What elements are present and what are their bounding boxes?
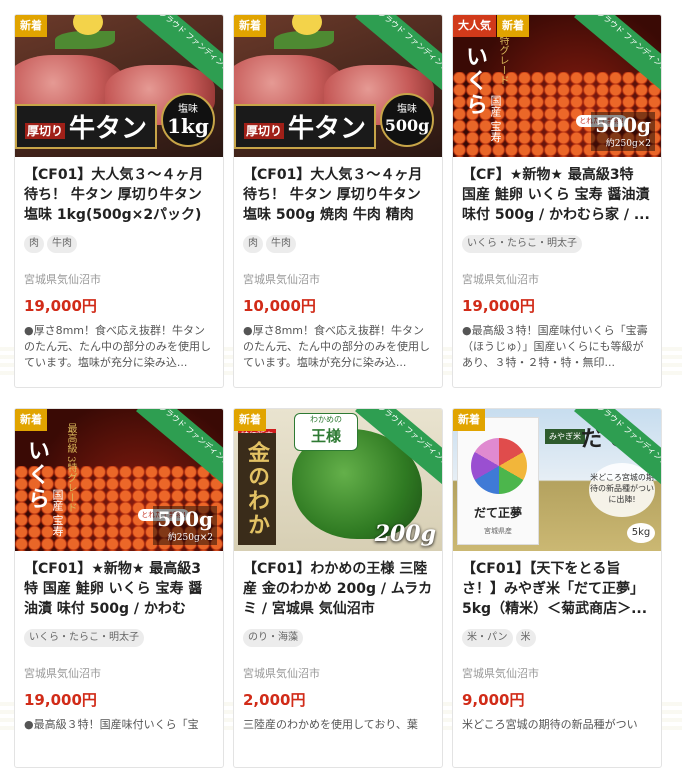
image-label: 厚切り 牛タン (15, 104, 158, 149)
image-label-big: 牛タン (288, 114, 367, 144)
product-location: 宮城県気仙沼市 (462, 667, 539, 680)
product-description: ●厚さ8mm！食べ応え抜群！牛タンのたん元、たん中の部分のみを使用しています。塩… (24, 324, 211, 369)
category-tag[interactable]: 肉 (243, 235, 263, 253)
category-tag[interactable]: のり・海藻 (243, 629, 303, 647)
rice-bag-sub: 宮城県産 (484, 527, 512, 535)
tag-list: のり・海藻 (243, 625, 433, 647)
product-image[interactable]: 新着 クラウド ファンディング 厚切り 牛タン 塩味 500g (234, 15, 442, 157)
product-title[interactable]: 【CF01】大人気３～４ヶ月待ち！ 牛タン 厚切り牛タン 塩味 500g 焼肉 … (243, 165, 433, 227)
seal-top: 塩味 (178, 104, 198, 115)
badge-new: 新着 (234, 409, 266, 431)
rice-logo-icon (471, 438, 527, 494)
product-card[interactable]: 大人気 新着 クラウド ファンディング 3特グレード いくら 国産 宝寿 とれた… (452, 14, 662, 388)
product-price: 19,000円 (24, 297, 97, 315)
product-image[interactable]: 大人気 新着 クラウド ファンディング 3特グレード いくら 国産 宝寿 とれた… (453, 15, 661, 157)
weight-label: 500g 約250g×2 (591, 112, 655, 151)
weight-sub: 約250g×2 (605, 139, 651, 149)
weight-value: 500g (595, 113, 651, 137)
product-card[interactable]: 新着 クラウド ファンディング 厚切り 牛タン 塩味 1kg 【CF01】大人気３～… (14, 14, 224, 388)
category-tag[interactable]: 牛肉 (47, 235, 77, 253)
badge-new: 新着 (453, 409, 485, 431)
tag-list: 肉牛肉 (24, 231, 214, 253)
product-title[interactable]: 【CF】★新物★ 最高級3特 国産 鮭卵 いくら 宝寿 醤油漬 味付 500g … (462, 165, 652, 227)
product-card[interactable]: 新着 クラウド ファンディング 厚切り 牛タン 塩味 500g 【CF01】大人気３… (233, 14, 443, 388)
product-card[interactable]: だて正夢 宮城県産 新着 みやぎ米 だて 米どころ宮城の期待の新品種がついに出陣… (452, 408, 662, 768)
product-description: ●最高級３特！国産味付いくら「宝壽（ほうじゅ）」国産いくらにも等級があり、３特・… (462, 324, 648, 369)
tag-list: いくら・たらこ・明太子 (462, 231, 652, 253)
rice-bag-name: だて正夢 (473, 506, 522, 520)
tag-list: いくら・たらこ・明太子 (24, 625, 214, 647)
category-tag[interactable]: いくら・たらこ・明太子 (462, 235, 582, 253)
image-subtitle: 国産 宝寿 (489, 95, 502, 143)
product-price: 19,000円 (24, 691, 97, 709)
weight-value: 5kg (627, 523, 655, 543)
product-location: 宮城県気仙沼市 (243, 273, 320, 286)
badge-new: 新着 (15, 409, 47, 431)
rice-bag: だて正夢 宮城県産 (457, 417, 539, 545)
image-label-big: 牛タン (69, 114, 148, 144)
product-image[interactable]: 新着 特価販売 わかめの王様 クラウド ファンディング 金のわかめ 200g (234, 409, 442, 551)
weight-seal: 塩味 500g (380, 93, 434, 147)
king-badge-main: 王様 (310, 427, 341, 445)
king-badge: わかめの 王様 (294, 413, 358, 451)
product-price: 2,000円 (243, 691, 306, 709)
tag-list: 肉牛肉 (243, 231, 433, 253)
product-image[interactable]: だて正夢 宮城県産 新着 みやぎ米 だて 米どころ宮城の期待の新品種がついに出陣… (453, 409, 661, 551)
product-location: 宮城県気仙沼市 (24, 273, 101, 286)
product-location: 宮城県気仙沼市 (24, 667, 101, 680)
seal-weight: 1kg (167, 114, 209, 138)
seal-weight: 500g (384, 116, 430, 135)
product-price: 9,000円 (462, 691, 525, 709)
product-card[interactable]: 新着 クラウド ファンディング 最高級 3特グレード いくら 国産 宝寿 とれた… (14, 408, 224, 768)
image-label: 厚切り 牛タン (234, 104, 377, 149)
king-badge-top: わかめの (310, 415, 342, 424)
product-card[interactable]: 新着 特価販売 わかめの王様 クラウド ファンディング 金のわかめ 200g 【… (233, 408, 443, 768)
image-title: 金のわかめ (238, 433, 276, 545)
weight-sub: 約250g×2 (167, 533, 213, 543)
grade-label: 最高級 3特グレード (65, 423, 76, 513)
category-tag[interactable]: 米・パン (462, 629, 513, 647)
badge-new: 新着 (497, 15, 529, 37)
seal-top: 塩味 (397, 104, 417, 115)
image-label-small: 厚切り (244, 122, 285, 139)
badge-popular: 大人気 (453, 15, 496, 37)
product-title[interactable]: 【CF01】【天下をとる旨さ！】みやぎ米「だて正夢」5kg（精米）＜菊武商店＞.… (462, 559, 652, 621)
weight-label: 500g 約250g×2 (153, 506, 217, 545)
product-description: 三陸産のわかめを使用しており、葉 (243, 718, 418, 731)
product-title[interactable]: 【CF01】★新物★ 最高級3特 国産 鮭卵 いくら 宝寿 醤油漬 味付 500… (24, 559, 214, 621)
product-description: 米どころ宮城の期待の新品種がつい (462, 718, 638, 731)
category-tag[interactable]: 米 (515, 629, 536, 647)
product-image[interactable]: 新着 クラウド ファンディング 厚切り 牛タン 塩味 1kg (15, 15, 223, 157)
product-location: 宮城県気仙沼市 (243, 667, 320, 680)
image-subtitle: 国産 宝寿 (51, 489, 64, 537)
grade-label: 3特グレード (497, 29, 508, 86)
category-tag[interactable]: 牛肉 (266, 235, 296, 253)
product-description: ●厚さ8mm！食べ応え抜群！牛タンのたん元、たん中の部分のみを使用しています。塩… (243, 324, 430, 369)
weight-seal: 塩味 1kg (161, 93, 215, 147)
product-title[interactable]: 【CF01】わかめの王様 三陸産 金のわかめ 200g / ムラカミ / 宮城県… (243, 559, 433, 621)
category-tag[interactable]: 肉 (24, 235, 44, 253)
badge-new: 新着 (234, 15, 266, 37)
product-image[interactable]: 新着 クラウド ファンディング 最高級 3特グレード いくら 国産 宝寿 とれた… (15, 409, 223, 551)
tag-list: 米・パン米 (462, 625, 652, 647)
product-price: 19,000円 (462, 297, 535, 315)
category-tag[interactable]: いくら・たらこ・明太子 (24, 629, 144, 647)
weight-value: 500g (157, 507, 213, 531)
badge-new: 新着 (15, 15, 47, 37)
product-price: 10,000円 (243, 297, 316, 315)
weight-value: 200g (374, 521, 436, 547)
product-title[interactable]: 【CF01】大人気３～４ヶ月待ち！ 牛タン 厚切り牛タン 塩味 1kg(500g… (24, 165, 214, 227)
image-label-small: 厚切り (25, 122, 66, 139)
product-description: ●最高級３特！国産味付いくら「宝 (24, 718, 199, 731)
product-location: 宮城県気仙沼市 (462, 273, 539, 286)
rice-brand-label: みやぎ米 (545, 429, 585, 444)
